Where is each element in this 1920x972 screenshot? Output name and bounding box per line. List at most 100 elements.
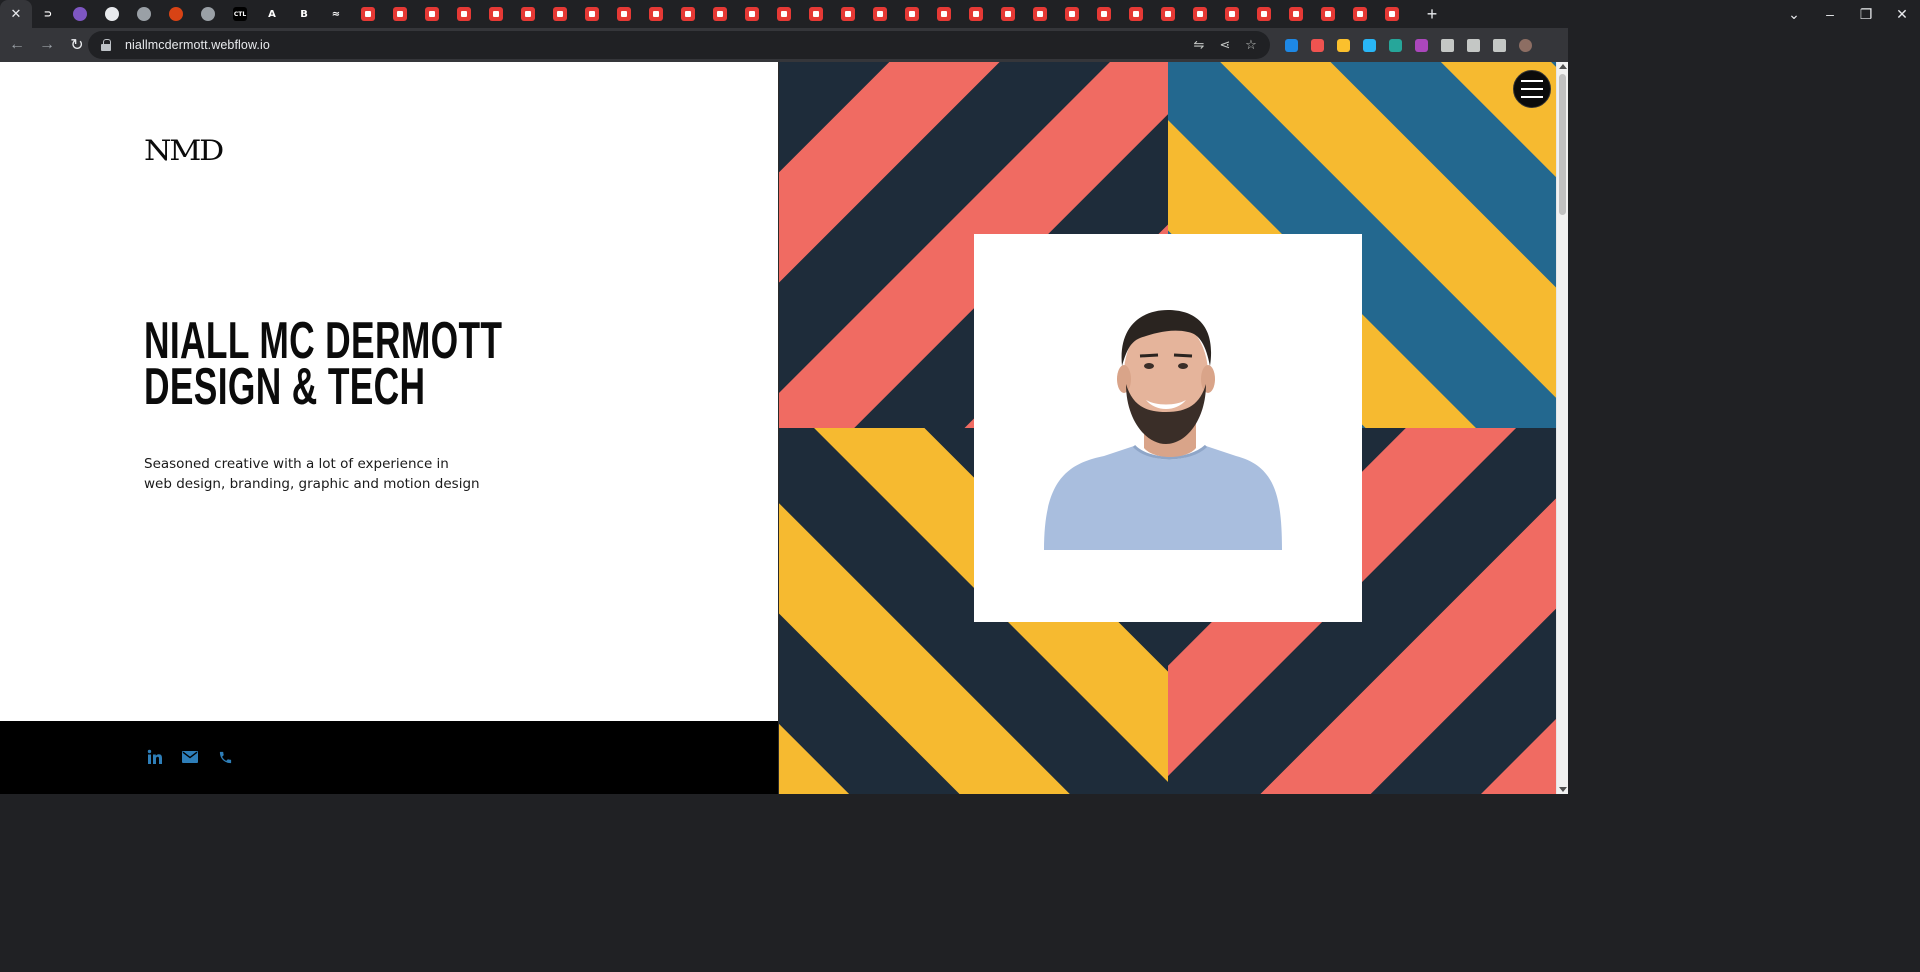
extension-icon[interactable] bbox=[1330, 32, 1356, 58]
browser-tab[interactable] bbox=[192, 0, 224, 28]
pdf-favicon bbox=[617, 7, 631, 21]
browser-tab[interactable] bbox=[128, 0, 160, 28]
browser-tab[interactable]: B bbox=[288, 0, 320, 28]
browser-tab[interactable] bbox=[1024, 0, 1056, 28]
pdf-favicon bbox=[1353, 7, 1367, 21]
terminal-favicon: ⊃ bbox=[43, 8, 53, 20]
browser-tab[interactable] bbox=[1312, 0, 1344, 28]
browser-tab[interactable] bbox=[1088, 0, 1120, 28]
browser-tab[interactable] bbox=[608, 0, 640, 28]
share-icon[interactable]: ⋖ bbox=[1212, 37, 1238, 53]
browser-tab[interactable] bbox=[1376, 0, 1408, 28]
browser-tab[interactable] bbox=[1184, 0, 1216, 28]
browser-tab[interactable] bbox=[768, 0, 800, 28]
browser-tab[interactable] bbox=[736, 0, 768, 28]
browser-tab[interactable] bbox=[160, 0, 192, 28]
browser-tab[interactable] bbox=[1344, 0, 1376, 28]
pdf-favicon bbox=[553, 7, 567, 21]
hero-description: Seasoned creative with a lot of experien… bbox=[144, 454, 484, 494]
close-window-icon[interactable]: ✕ bbox=[1884, 0, 1920, 28]
browser-tab[interactable] bbox=[1120, 0, 1152, 28]
browser-tab[interactable] bbox=[864, 0, 896, 28]
browser-tab[interactable]: ⊃ bbox=[32, 0, 64, 28]
browser-tab[interactable] bbox=[480, 0, 512, 28]
pdf-favicon bbox=[1161, 7, 1175, 21]
close-icon[interactable]: ✕ bbox=[11, 6, 22, 22]
puzzle-icon[interactable] bbox=[1434, 32, 1460, 58]
pdf-favicon bbox=[841, 7, 855, 21]
browser-tab[interactable] bbox=[672, 0, 704, 28]
pdf-favicon bbox=[425, 7, 439, 21]
forward-icon[interactable]: → bbox=[34, 32, 60, 58]
browser-tab[interactable]: A bbox=[256, 0, 288, 28]
scroll-up-arrow-icon[interactable] bbox=[1559, 64, 1567, 69]
bookmark-star-icon[interactable]: ☆ bbox=[1238, 37, 1264, 53]
scroll-down-arrow-icon[interactable] bbox=[1559, 787, 1567, 792]
hamburger-menu-button[interactable] bbox=[1513, 70, 1551, 108]
url-text[interactable]: niallmcdermott.webflow.io bbox=[125, 38, 270, 52]
extension-glyph bbox=[1388, 38, 1402, 52]
extension-icon[interactable] bbox=[1304, 32, 1330, 58]
side-panel-icon-glyph bbox=[1492, 38, 1506, 52]
browser-tab[interactable] bbox=[704, 0, 736, 28]
linkedin-icon[interactable] bbox=[146, 748, 164, 766]
side-panel-icon[interactable] bbox=[1486, 32, 1512, 58]
email-icon[interactable] bbox=[181, 748, 199, 766]
b-favicon: B bbox=[300, 8, 308, 20]
phone-icon[interactable] bbox=[216, 748, 234, 766]
scroll-thumb[interactable] bbox=[1559, 74, 1566, 215]
badge-favicon bbox=[169, 7, 183, 21]
globe-favicon bbox=[137, 7, 151, 21]
reload-icon[interactable]: ↻ bbox=[64, 32, 90, 58]
tab-search-chevron-icon[interactable]: ⌄ bbox=[1776, 0, 1812, 28]
media-queue-icon[interactable] bbox=[1460, 32, 1486, 58]
browser-tab[interactable] bbox=[384, 0, 416, 28]
browser-tab[interactable] bbox=[544, 0, 576, 28]
pdf-favicon bbox=[1321, 7, 1335, 21]
active-tab[interactable]: ✕ bbox=[0, 0, 32, 28]
browser-tab[interactable] bbox=[928, 0, 960, 28]
hero-left-panel: NMD NIALL MC DERMOTT DESIGN & TECH Seaso… bbox=[0, 62, 778, 794]
new-tab-button[interactable]: + bbox=[1416, 0, 1448, 28]
maximize-icon[interactable]: ❐ bbox=[1848, 0, 1884, 28]
browser-tab[interactable] bbox=[96, 0, 128, 28]
globe-favicon bbox=[201, 7, 215, 21]
browser-tab[interactable]: CTL bbox=[224, 0, 256, 28]
browser-tab[interactable] bbox=[1280, 0, 1312, 28]
site-logo[interactable]: NMD bbox=[144, 134, 224, 167]
extension-glyph bbox=[1310, 38, 1324, 52]
back-icon[interactable]: ← bbox=[4, 32, 30, 58]
browser-tab[interactable] bbox=[1216, 0, 1248, 28]
address-bar[interactable]: niallmcdermott.webflow.io ⇋ ⋖ ☆ bbox=[88, 31, 1270, 59]
browser-tab[interactable] bbox=[992, 0, 1024, 28]
browser-tab[interactable] bbox=[800, 0, 832, 28]
extension-icon[interactable] bbox=[1356, 32, 1382, 58]
profile-avatar[interactable] bbox=[1512, 32, 1538, 58]
browser-tab[interactable] bbox=[832, 0, 864, 28]
browser-tab[interactable] bbox=[896, 0, 928, 28]
profile-photo-card bbox=[974, 234, 1362, 622]
pdf-favicon bbox=[777, 7, 791, 21]
extension-icon[interactable] bbox=[1408, 32, 1434, 58]
pdf-favicon bbox=[1289, 7, 1303, 21]
pdf-favicon bbox=[905, 7, 919, 21]
puzzle-icon-glyph bbox=[1440, 38, 1454, 52]
extension-glyph bbox=[1362, 38, 1376, 52]
page-scrollbar[interactable] bbox=[1556, 62, 1568, 794]
browser-tab[interactable] bbox=[1248, 0, 1280, 28]
extension-icon[interactable] bbox=[1278, 32, 1304, 58]
browser-tab[interactable] bbox=[512, 0, 544, 28]
browser-tab[interactable] bbox=[1056, 0, 1088, 28]
browser-tab[interactable] bbox=[640, 0, 672, 28]
browser-tab[interactable] bbox=[416, 0, 448, 28]
browser-tab[interactable] bbox=[576, 0, 608, 28]
translate-icon[interactable]: ⇋ bbox=[1186, 37, 1212, 53]
browser-tab[interactable]: ≈ bbox=[320, 0, 352, 28]
browser-tab[interactable] bbox=[448, 0, 480, 28]
browser-tab[interactable] bbox=[960, 0, 992, 28]
minimize-icon[interactable]: – bbox=[1812, 0, 1848, 28]
browser-tab[interactable] bbox=[352, 0, 384, 28]
extension-icon[interactable] bbox=[1382, 32, 1408, 58]
browser-tab[interactable] bbox=[64, 0, 96, 28]
browser-tab[interactable] bbox=[1152, 0, 1184, 28]
